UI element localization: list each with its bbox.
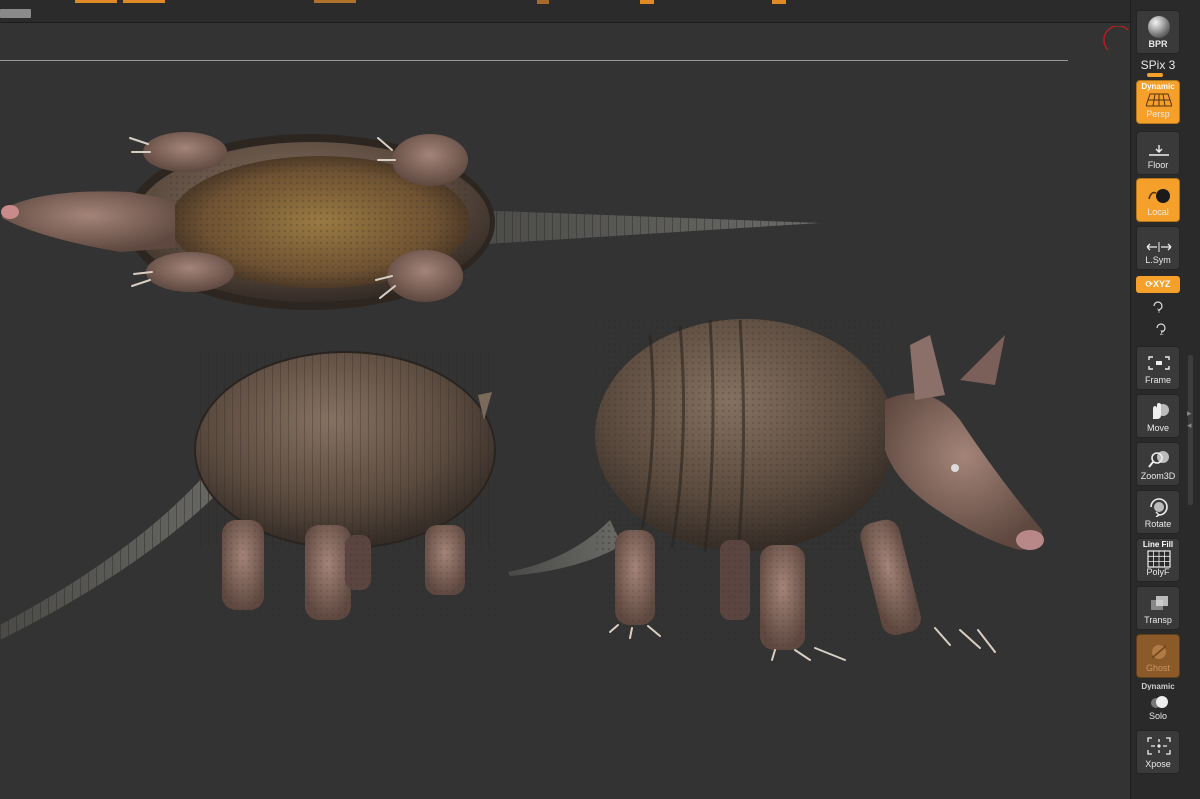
top-marker-2[interactable] xyxy=(640,0,654,4)
persp-dynamic-label: Dynamic xyxy=(1141,82,1175,91)
lsym-label: L.Sym xyxy=(1145,255,1171,265)
floor-icon xyxy=(1149,145,1169,156)
bpr-button[interactable]: BPR xyxy=(1136,10,1180,54)
spix-slider[interactable] xyxy=(1147,73,1163,77)
viewport-3d[interactable] xyxy=(0,70,1100,710)
move-hand-icon xyxy=(1153,403,1169,419)
top-marker-3[interactable] xyxy=(772,0,786,4)
xyz-rotate-icon: ⟳ xyxy=(1145,279,1154,289)
xyz-rotate-button[interactable]: ⟳XYZ xyxy=(1136,276,1180,293)
floor-label: Floor xyxy=(1147,160,1169,170)
z-rotate-icon[interactable]: Z xyxy=(1154,322,1168,337)
solo-label: Solo xyxy=(1148,711,1167,721)
local-icon xyxy=(1148,189,1170,203)
shelf-arrow-right-icon[interactable]: ▸ xyxy=(1187,408,1192,419)
zoom-icon xyxy=(1148,451,1169,468)
svg-text:Y: Y xyxy=(1157,309,1161,314)
top-button-3[interactable] xyxy=(314,0,356,3)
transp-button[interactable]: Transp xyxy=(1136,586,1180,630)
persp-label: Persp xyxy=(1146,109,1170,119)
zoom3d-button[interactable]: Zoom3D xyxy=(1136,442,1180,486)
transp-label: Transp xyxy=(1144,615,1172,625)
ghost-label: Ghost xyxy=(1145,663,1170,673)
transp-icon xyxy=(1151,596,1168,610)
top-scrollbar[interactable] xyxy=(0,9,31,18)
persp-button[interactable]: Dynamic Persp xyxy=(1136,80,1180,124)
local-button[interactable]: Local xyxy=(1136,178,1180,222)
rotate-button[interactable]: Rotate xyxy=(1136,490,1180,534)
armadillo-side-view[interactable] xyxy=(508,319,1044,661)
spix-label: SPix 3 xyxy=(1140,58,1176,72)
frame-label: Frame xyxy=(1144,375,1171,385)
lsym-icon xyxy=(1146,242,1172,252)
xpose-button[interactable]: Xpose xyxy=(1136,730,1180,774)
top-button-2[interactable] xyxy=(123,0,165,3)
y-rotate-icon[interactable]: Y xyxy=(1151,300,1165,315)
polyf-label: PolyF xyxy=(1146,567,1170,577)
top-marker-1[interactable] xyxy=(537,0,549,4)
move-label: Move xyxy=(1146,423,1169,433)
solo-button[interactable]: Solo xyxy=(1136,690,1180,726)
bpr-sphere-icon xyxy=(1148,16,1170,38)
move-button[interactable]: Move xyxy=(1136,394,1180,438)
frame-icon xyxy=(1148,356,1170,370)
xpose-label: Xpose xyxy=(1145,759,1171,769)
polyf-button[interactable]: Line Fill PolyF xyxy=(1136,538,1180,582)
ghost-icon xyxy=(1151,645,1167,659)
top-button-1[interactable] xyxy=(75,0,117,3)
rotate-icon xyxy=(1150,498,1168,517)
svg-text:Z: Z xyxy=(1160,331,1164,336)
armadillo-rear-view[interactable] xyxy=(0,351,510,640)
ghost-button[interactable]: Ghost xyxy=(1136,634,1180,678)
rotation-indicator-icon xyxy=(1103,26,1129,51)
polyf-linefill-label: Line Fill xyxy=(1142,540,1174,549)
rotate-label: Rotate xyxy=(1144,519,1172,529)
shelf-arrow-left-icon[interactable]: ◂ xyxy=(1187,420,1192,431)
bpr-label: BPR xyxy=(1148,39,1168,49)
xpose-icon xyxy=(1147,737,1171,755)
armadillo-top-view[interactable] xyxy=(1,132,820,310)
zoom3d-label: Zoom3D xyxy=(1140,471,1176,481)
local-label: Local xyxy=(1147,207,1169,217)
solo-icon xyxy=(1151,696,1168,708)
canvas-guide-line xyxy=(0,60,1068,61)
persp-grid-icon xyxy=(1146,93,1172,107)
lsym-button[interactable]: L.Sym xyxy=(1136,226,1180,270)
top-toolbar-strip xyxy=(0,0,1130,23)
frame-button[interactable]: Frame xyxy=(1136,346,1180,390)
polyf-grid-icon xyxy=(1147,550,1171,568)
xyz-label: XYZ xyxy=(1153,279,1171,289)
floor-button[interactable]: Floor xyxy=(1136,131,1180,175)
